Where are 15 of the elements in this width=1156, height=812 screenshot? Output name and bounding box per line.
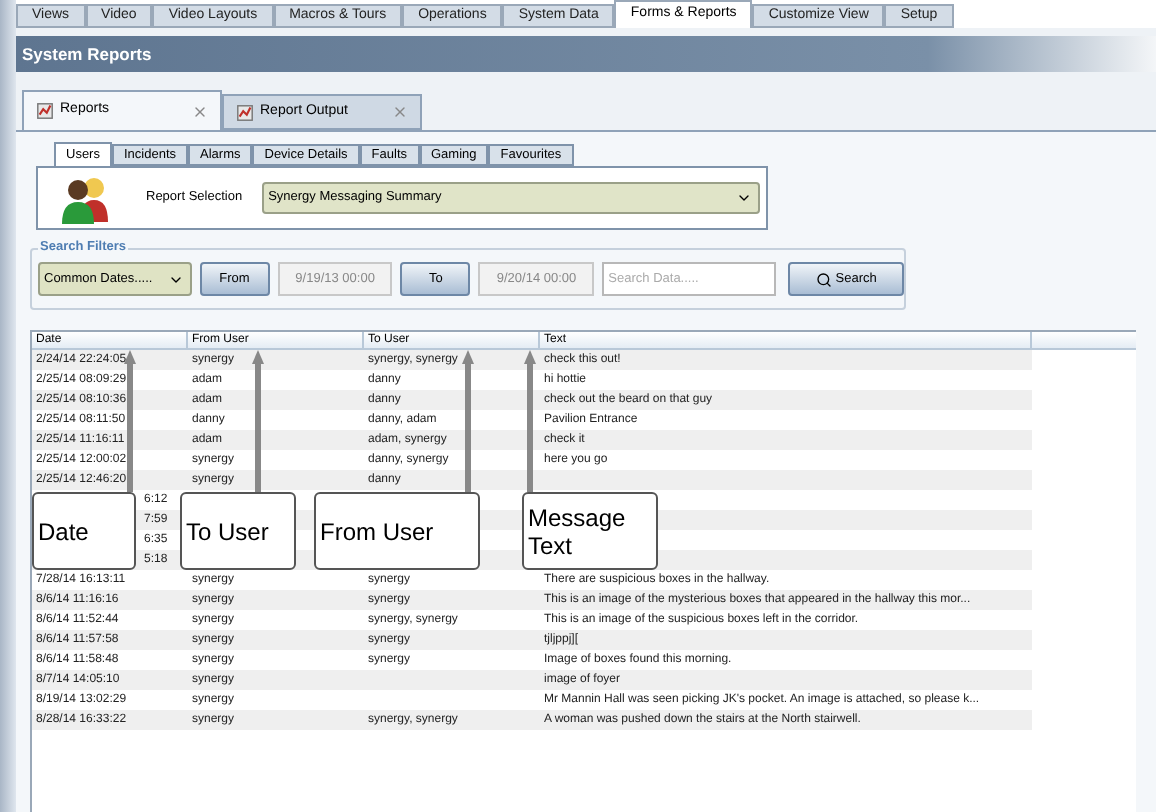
callout-label: From User	[314, 492, 480, 570]
callout-label: Date	[32, 492, 136, 570]
close-icon[interactable]	[192, 103, 208, 119]
pointer-arrow	[252, 350, 264, 492]
report-icon	[236, 103, 254, 121]
panel-title: System Reports	[16, 36, 1156, 72]
dropdown-icon[interactable]	[736, 190, 753, 206]
pointer-arrow	[124, 350, 136, 492]
pointer-arrow	[462, 350, 474, 492]
search-icon	[815, 271, 832, 287]
pointer-arrow	[524, 350, 536, 492]
callout-label: To User	[180, 492, 296, 570]
users-icon	[60, 172, 112, 224]
report-icon	[36, 102, 54, 120]
callout-label: Message Text	[522, 492, 658, 570]
